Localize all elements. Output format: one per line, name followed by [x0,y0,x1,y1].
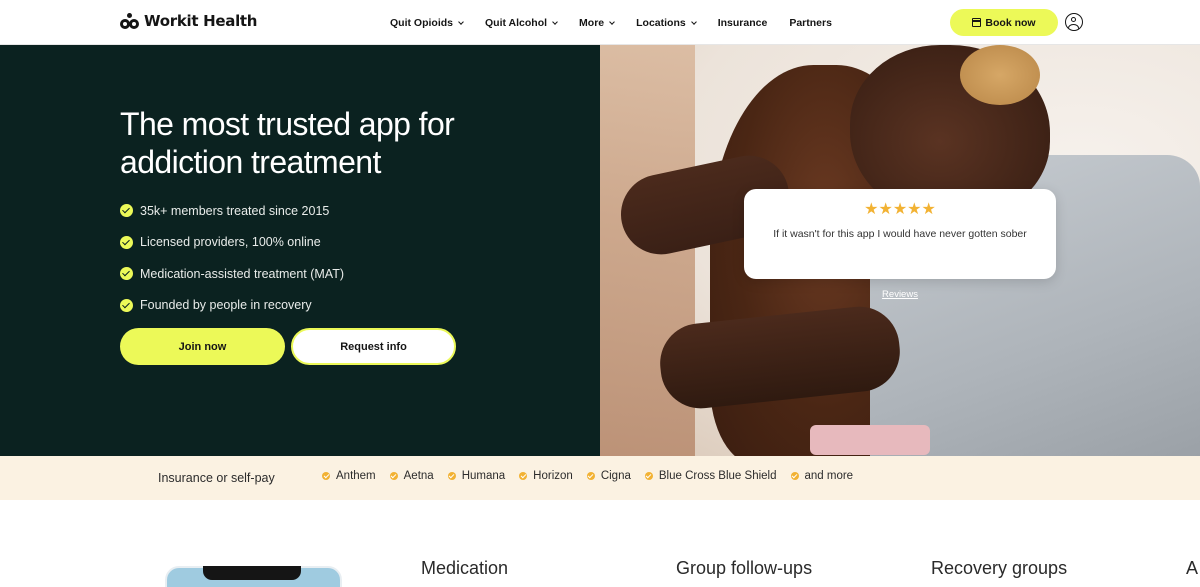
check-dot-icon [447,472,456,480]
join-now-button[interactable]: Join now [120,328,285,365]
book-now-button[interactable]: Book now [950,9,1058,36]
benefit-item: Licensed providers, 100% online [120,227,344,259]
nav-label: Insurance [717,17,768,29]
star-rating-icon: ★★★★★ [864,201,936,218]
hero-title-line: addiction treatment [120,144,381,180]
calendar-icon [972,18,982,27]
brand-name: Workit Health [144,12,258,30]
chevron-down-icon [552,18,558,25]
feature-group-follow-ups: Group follow-ups [676,558,813,578]
insurance-item: Blue Cross Blue Shield [644,470,777,482]
check-circle-icon [120,235,133,249]
check-circle-icon [120,267,133,281]
benefit-text: Licensed providers, 100% online [140,235,321,250]
insurance-name: Aetna [403,470,434,482]
check-dot-icon [790,472,799,480]
check-dot-icon [644,472,653,480]
chevron-down-icon [690,18,697,25]
nav-label: Locations [636,17,686,29]
nav-insurance[interactable]: Insurance [718,17,768,29]
nav-label: Quit Opioids [390,17,453,29]
feature-cut-off: A [1186,558,1199,578]
book-now-label: Book now [985,16,1036,29]
check-dot-icon [389,472,398,480]
account-icon[interactable] [1065,13,1083,31]
photo-pink-top [810,425,930,455]
insurance-strip: Insurance or self-pay Anthem Aetna Human… [0,456,1200,500]
insurance-item: Horizon [519,470,573,482]
insurance-label: Insurance or self-pay [158,471,275,485]
feature-recovery-groups: Recovery groups [931,558,1068,578]
nav-locations[interactable]: Locations [636,17,697,29]
insurance-name: Anthem [336,470,376,482]
insurance-item: Humana [447,470,506,482]
insurance-item: Anthem [322,470,376,482]
benefit-list: 35k+ members treated since 2015 Licensed… [120,195,344,321]
reviews-link[interactable]: Reviews [870,289,930,300]
phone-notch [203,566,301,580]
hero-title-line: The most trusted app for [120,106,455,142]
nav-label: Partners [789,17,832,29]
brand-logo[interactable]: Workit Health [120,12,257,30]
nav-label: Quit Alcohol [485,17,548,29]
insurance-list: Anthem Aetna Humana Horizon Cigna Blue C… [322,470,853,482]
insurance-item: and more [790,470,854,482]
insurance-item: Aetna [389,470,434,482]
insurance-item: Cigna [586,470,631,482]
benefit-item: Medication-assisted treatment (MAT) [120,258,344,290]
benefit-text: Founded by people in recovery [140,298,312,313]
check-circle-icon [120,204,133,218]
nav-partners[interactable]: Partners [789,17,832,29]
check-dot-icon [586,472,595,480]
site-header: Workit Health Quit Opioids Quit Alcohol … [0,0,1200,45]
nav-more[interactable]: More [579,17,615,29]
nav-quit-opioids[interactable]: Quit Opioids [390,17,464,29]
benefit-text: Medication-assisted treatment (MAT) [140,266,344,281]
review-quote: If it wasn't for this app I would have n… [773,228,1027,240]
insurance-name: Blue Cross Blue Shield [658,470,777,482]
chevron-down-icon [458,18,464,25]
insurance-name: Cigna [600,470,631,482]
insurance-name: Horizon [533,470,573,482]
photo-man-hair [960,45,1040,105]
main-nav: Quit Opioids Quit Alcohol More Locations… [390,17,832,29]
feature-medication: Medication [421,558,509,578]
nav-label: More [579,17,605,29]
logo-icon [120,13,140,29]
chevron-down-icon [609,18,615,25]
check-dot-icon [322,472,330,480]
insurance-name: and more [804,470,854,482]
benefit-item: 35k+ members treated since 2015 [120,195,344,227]
review-card: ★★★★★ If it wasn't for this app I would … [744,189,1056,279]
check-circle-icon [120,298,133,312]
check-dot-icon [519,472,528,480]
benefit-text: 35k+ members treated since 2015 [140,203,330,218]
hero-panel: The most trusted app for addiction treat… [0,45,600,456]
hero-title: The most trusted app for addiction treat… [120,105,520,181]
request-info-button[interactable]: Request info [291,328,456,365]
benefit-item: Founded by people in recovery [120,290,344,322]
insurance-name: Humana [461,470,506,482]
nav-quit-alcohol[interactable]: Quit Alcohol [485,17,558,29]
